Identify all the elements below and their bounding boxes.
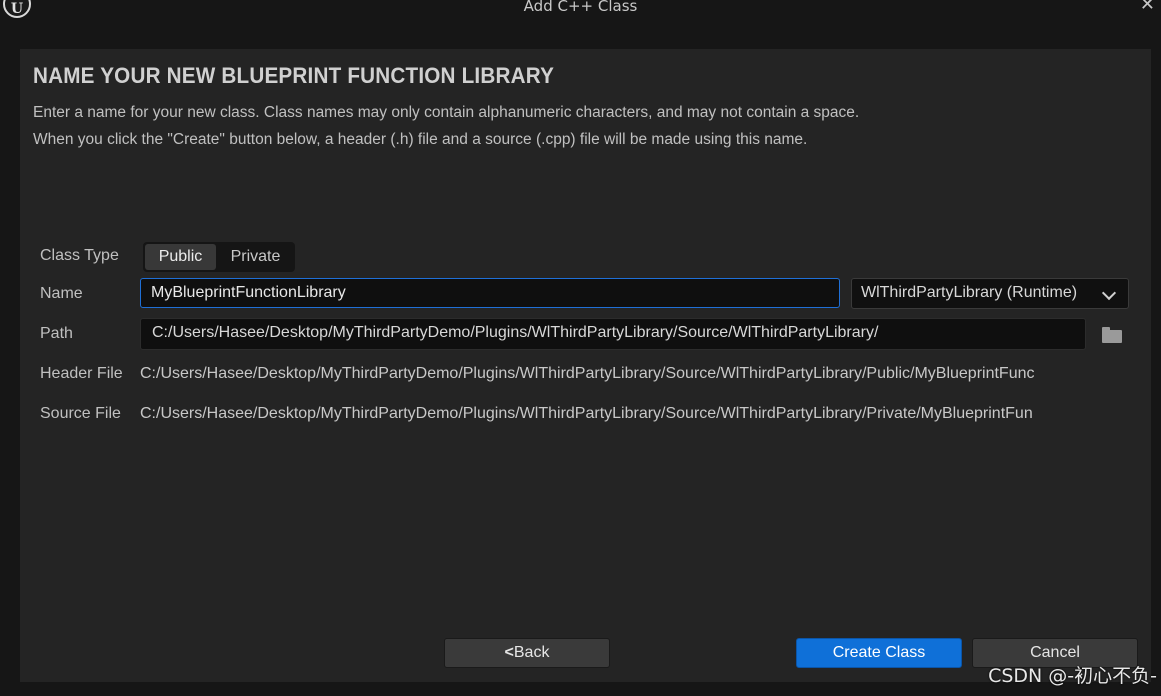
path-input[interactable]: C:/Users/Hasee/Desktop/MyThirdPartyDemo/… xyxy=(140,318,1086,350)
back-button-label: Back xyxy=(513,644,550,661)
module-dropdown-value: WlThirdPartyLibrary (Runtime) xyxy=(861,284,1078,301)
create-class-button[interactable]: Create Class xyxy=(796,638,962,668)
page-title: NAME YOUR NEW BLUEPRINT FUNCTION LIBRARY xyxy=(33,63,555,88)
folder-browse-icon[interactable] xyxy=(1102,327,1122,343)
header-file-path: C:/Users/Hasee/Desktop/MyThirdPartyDemo/… xyxy=(140,365,1035,382)
name-label: Name xyxy=(40,285,83,302)
module-dropdown[interactable]: WlThirdPartyLibrary (Runtime) xyxy=(851,278,1129,309)
header-file-label: Header File xyxy=(40,365,123,382)
window-title: Add C++ Class xyxy=(523,0,638,15)
title-bar: U Add C++ Class ✕ xyxy=(0,0,1161,20)
class-type-private-option[interactable]: Private xyxy=(218,244,293,270)
chevron-down-icon xyxy=(1101,285,1117,301)
path-label: Path xyxy=(40,325,73,342)
description-line-2: When you click the "Create" button below… xyxy=(33,131,808,148)
add-cpp-class-window: U Add C++ Class ✕ NAME YOUR NEW BLUEPRIN… xyxy=(0,0,1161,696)
class-type-public-option[interactable]: Public xyxy=(145,244,216,270)
class-name-input[interactable]: MyBlueprintFunctionLibrary xyxy=(140,278,840,308)
source-file-label: Source File xyxy=(40,405,121,422)
description-line-1: Enter a name for your new class. Class n… xyxy=(33,104,860,121)
class-type-label: Class Type xyxy=(40,247,119,264)
back-button[interactable]: <Back xyxy=(444,638,610,668)
source-file-path: C:/Users/Hasee/Desktop/MyThirdPartyDemo/… xyxy=(140,405,1033,422)
back-arrow-icon: < xyxy=(504,644,514,661)
close-icon[interactable]: ✕ xyxy=(1140,0,1155,15)
class-type-toggle: Public Private xyxy=(143,242,295,272)
watermark: CSDN @-初心不负- xyxy=(988,665,1157,687)
dialog-panel: NAME YOUR NEW BLUEPRINT FUNCTION LIBRARY… xyxy=(20,49,1151,682)
